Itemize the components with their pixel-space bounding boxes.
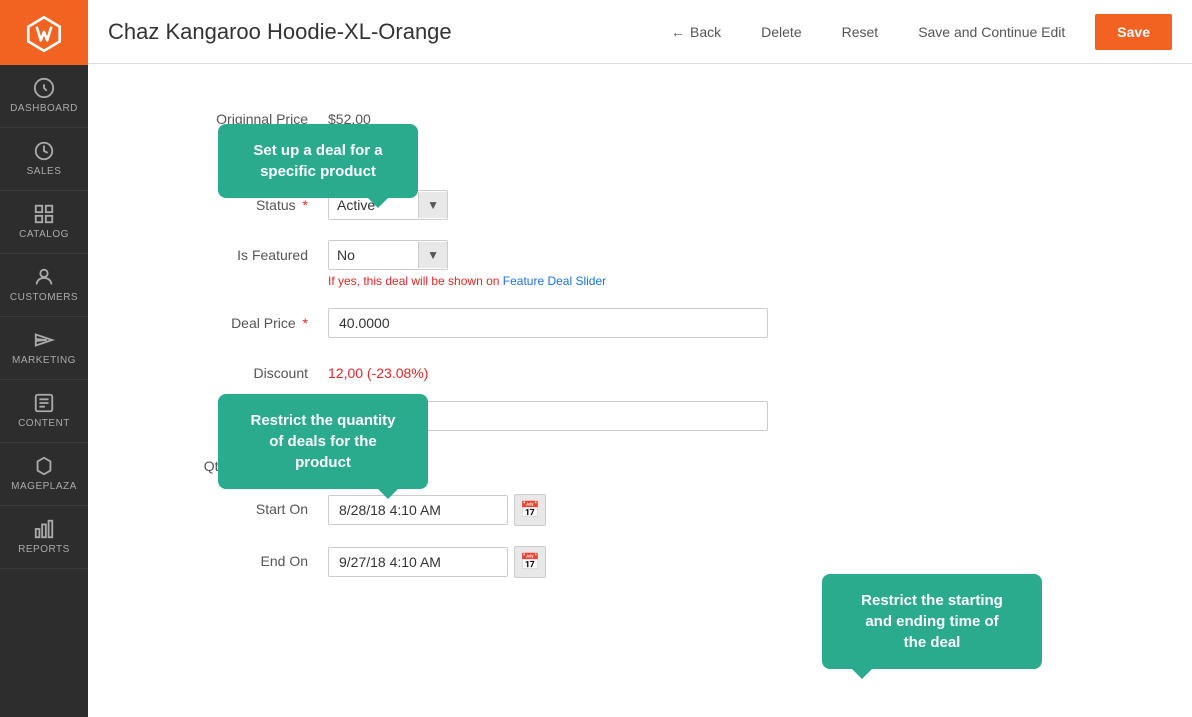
sidebar-item-catalog[interactable]: CATALOG [0, 191, 88, 254]
sidebar-item-sales[interactable]: SALES [0, 128, 88, 191]
start-on-input[interactable] [328, 495, 508, 525]
sidebar-item-marketing[interactable]: MARKETING [0, 317, 88, 380]
save-button[interactable]: Save [1095, 14, 1172, 50]
is-featured-field-group: No Yes ▼ If yes, this deal will be shown… [328, 240, 606, 288]
main-area: Chaz Kangaroo Hoodie-XL-Orange ← Back De… [88, 0, 1192, 717]
reset-button[interactable]: Reset [832, 18, 889, 46]
deal-price-row: Deal Price * [128, 308, 1152, 338]
sidebar-marketing-label: MARKETING [12, 355, 76, 367]
is-featured-note: If yes, this deal will be shown on Featu… [328, 274, 606, 288]
delete-button[interactable]: Delete [751, 18, 811, 46]
back-button[interactable]: ← Back [661, 18, 731, 46]
is-featured-arrow-icon: ▼ [418, 242, 447, 268]
sidebar-item-content[interactable]: CONTENT [0, 380, 88, 443]
sidebar-reports-label: REPORTS [18, 544, 70, 556]
start-on-calendar-icon[interactable]: 📅 [514, 494, 546, 526]
sidebar-sales-label: SALES [27, 166, 62, 178]
end-on-field-group: 📅 [328, 546, 546, 578]
save-continue-button[interactable]: Save and Continue Edit [908, 18, 1075, 46]
sidebar-item-customers[interactable]: CUSTOMERS [0, 254, 88, 317]
form-content: Set up a deal for a specific product Ori… [88, 64, 1192, 717]
feature-deal-slider-link[interactable]: Feature Deal Slider [503, 274, 606, 288]
is-featured-label: Is Featured [128, 240, 328, 263]
sidebar-dashboard-label: DASHBOARD [10, 103, 78, 115]
back-arrow-icon: ← [671, 24, 685, 40]
sidebar-item-mageplaza[interactable]: MAGEPLAZA [0, 443, 88, 506]
status-required: * [303, 197, 308, 213]
sidebar-item-dashboard[interactable]: DASHBOARD [0, 65, 88, 128]
deal-price-label: Deal Price * [128, 308, 328, 331]
is-featured-row: Is Featured No Yes ▼ If yes, this deal w… [128, 240, 1152, 288]
sidebar-mageplaza-label: MAGEPLAZA [11, 481, 77, 493]
sidebar-content-label: CONTENT [18, 418, 70, 430]
restrict-qty-tooltip: Restrict the quantity of deals for the p… [218, 394, 428, 489]
deal-price-required: * [303, 315, 308, 331]
sidebar-customers-label: CUSTOMERS [10, 292, 78, 304]
sidebar-item-reports[interactable]: REPORTS [0, 506, 88, 569]
start-on-field-group: 📅 [328, 494, 546, 526]
discount-row: Discount 12,00 (-23.08%) [128, 358, 1152, 381]
status-select-arrow-icon: ▼ [418, 192, 447, 218]
start-on-row: Start On 📅 [128, 494, 1152, 526]
is-featured-select-wrap[interactable]: No Yes ▼ [328, 240, 448, 270]
setup-deal-tooltip: Set up a deal for a specific product [218, 124, 418, 198]
page-header: Chaz Kangaroo Hoodie-XL-Orange ← Back De… [88, 0, 1192, 64]
sidebar-catalog-label: CATALOG [19, 229, 69, 241]
start-on-label: Start On [128, 494, 328, 517]
restrict-time-tooltip: Restrict the starting and ending time of… [822, 574, 1042, 669]
end-on-calendar-icon[interactable]: 📅 [514, 546, 546, 578]
discount-value: 12,00 (-23.08%) [328, 358, 428, 381]
discount-label: Discount [128, 358, 328, 381]
deal-price-input[interactable] [328, 308, 768, 338]
sidebar-logo[interactable] [0, 0, 88, 65]
sidebar: DASHBOARD SALES CATALOG CUSTOMERS MARKET… [0, 0, 88, 717]
end-on-label: End On [128, 546, 328, 569]
is-featured-select[interactable]: No Yes [329, 241, 418, 269]
page-title: Chaz Kangaroo Hoodie-XL-Orange [108, 19, 641, 45]
end-on-input[interactable] [328, 547, 508, 577]
